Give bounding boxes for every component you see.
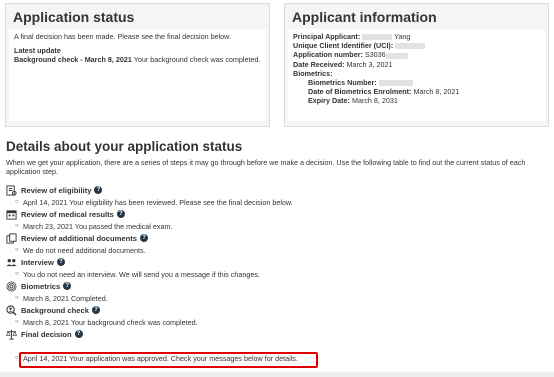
bullet-icon: ○ <box>15 247 19 253</box>
help-icon[interactable]: ? <box>116 210 125 218</box>
step-title: Review of medical results <box>21 209 114 219</box>
redacted-value <box>362 34 393 41</box>
update-title: Background check - March 8, 2021 <box>14 55 132 65</box>
expiry-value: March 8, 2031 <box>351 96 398 106</box>
latest-update-text: Background check - March 8, 2021 Your ba… <box>14 55 261 64</box>
details-title: Details about your application status <box>6 139 243 154</box>
biometrics-number-row: Biometrics Number: <box>293 78 540 87</box>
details-intro: When we get your application, there are … <box>6 158 526 177</box>
principal-applicant-name: Yang <box>394 32 411 41</box>
enrolment-label: Date of Biometrics Enrolment: <box>308 87 412 97</box>
application-number-row: Application number: S3036 <box>293 50 540 59</box>
help-icon[interactable]: ? <box>91 306 100 314</box>
date-received-row: Date Received: March 3, 2021 <box>293 60 540 69</box>
redacted-value <box>378 80 413 87</box>
uci-row: Unique Client Identifier (UCI): <box>293 41 540 50</box>
expiry-label: Expiry Date: <box>308 96 350 106</box>
step-detail-text: March 8, 2021 Your background check was … <box>23 317 198 327</box>
bullet-icon: ○ <box>15 199 19 205</box>
biometrics-number-label: Biometrics Number: <box>308 78 377 88</box>
enrolment-row: Date of Biometrics Enrolment: March 8, 2… <box>293 87 540 96</box>
help-icon[interactable]: ? <box>140 234 149 242</box>
redacted-value <box>395 43 426 50</box>
step-detail-text: March 23, 2021 You passed the medical ex… <box>23 221 173 231</box>
bullet-icon: ○ <box>15 295 19 301</box>
application-number-value: S3036 <box>364 50 386 60</box>
help-icon[interactable]: ? <box>63 282 72 290</box>
redacted-value <box>385 52 408 59</box>
step-title: Review of eligibility <box>21 185 92 195</box>
principal-applicant-label: Principal Applicant: <box>293 32 361 41</box>
date-received-value: March 3, 2021 <box>346 59 393 69</box>
step-detail: ○ March 8, 2021 Your background check was… <box>6 317 546 327</box>
scales-icon <box>6 329 17 340</box>
step-detail: ○ We do not need additional documents. <box>6 245 546 255</box>
step-review-of-additional-documents: Review of additional documents ? ○ We do … <box>6 232 546 255</box>
step-background-check: Background check ? ○ March 8, 2021 Your b… <box>6 304 546 327</box>
application-status-title: Application status <box>13 9 135 25</box>
step-detail: ○ March 8, 2021 Completed. <box>6 293 546 303</box>
calendar-icon <box>6 209 17 220</box>
search-person-icon <box>6 304 17 316</box>
date-received-label: Date Received: <box>293 59 345 69</box>
biometrics-label: Biometrics: <box>293 68 333 78</box>
step-detail-text: You do not need an interview. We will se… <box>23 269 260 279</box>
footer-bar <box>0 372 554 377</box>
step-title: Final decision <box>21 329 72 339</box>
principal-applicant-row: Principal Applicant: Yang <box>293 32 540 41</box>
latest-update-label: Latest update <box>14 46 61 56</box>
application-number-label: Application number: <box>293 50 363 60</box>
applicant-information-title: Applicant information <box>292 9 437 25</box>
step-title: Interview <box>21 257 54 267</box>
bullet-icon: ○ <box>15 223 19 229</box>
application-status-panel: Application status A final decision has … <box>5 3 270 127</box>
update-text: Your background check was completed. <box>131 55 261 65</box>
step-interview: Interview ? ○ You do not need an intervie… <box>6 256 546 279</box>
applicant-information-body: Principal Applicant: Yang Unique Client … <box>288 29 545 121</box>
step-detail-text: April 14, 2021 Your eligibility has been… <box>23 197 293 207</box>
step-detail-text: March 8, 2021 Completed. <box>23 293 108 303</box>
step-review-of-medical-results: Review of medical results ? ○ March 23, 2… <box>6 208 546 231</box>
step-detail: ○ March 23, 2021 You passed the medical e… <box>6 221 546 231</box>
step-detail: ○ You do not need an interview. We will s… <box>6 269 546 279</box>
fingerprint-icon <box>6 281 17 291</box>
final-decision-highlight <box>19 352 318 368</box>
bullet-icon: ○ <box>15 271 19 277</box>
applicant-information-panel: Applicant information Principal Applican… <box>284 3 549 127</box>
uci-label: Unique Client Identifier (UCI): <box>293 41 394 51</box>
help-icon[interactable]: ? <box>56 258 65 266</box>
expiry-row: Expiry Date: March 8, 2031 <box>293 96 540 105</box>
help-icon[interactable]: ? <box>74 330 83 338</box>
step-detail: ○ April 14, 2021 Your eligibility has bee… <box>6 197 546 207</box>
step-title: Biometrics <box>21 281 61 291</box>
help-icon[interactable]: ? <box>94 186 103 194</box>
application-status-body: A final decision has been made. Please s… <box>9 29 266 121</box>
step-review-of-eligibility: Review of eligibility ? ○ April 14, 2021 … <box>6 184 546 207</box>
step-title: Background check <box>21 305 89 315</box>
step-title: Review of additional documents <box>21 233 138 243</box>
bullet-icon: ○ <box>15 319 19 325</box>
eligibility-icon <box>6 184 17 196</box>
documents-icon <box>6 232 17 244</box>
step-detail-text: We do not need additional documents. <box>23 245 146 255</box>
people-icon <box>6 258 17 266</box>
status-message: A final decision has been made. Please s… <box>14 32 231 41</box>
step-biometrics: Biometrics ? ○ March 8, 2021 Completed. <box>6 280 546 303</box>
enrolment-value: March 8, 2021 <box>413 87 460 97</box>
